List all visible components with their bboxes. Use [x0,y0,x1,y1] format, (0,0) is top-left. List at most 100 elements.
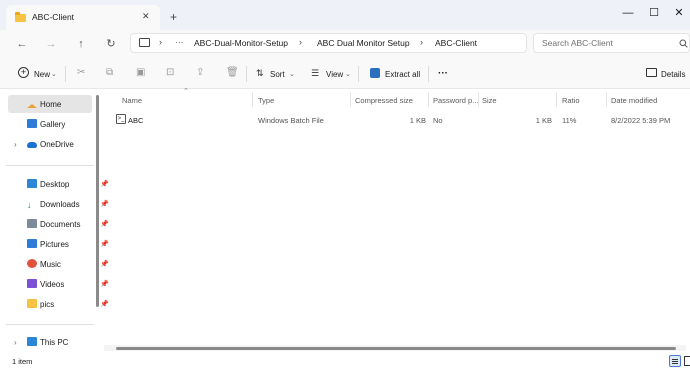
sidebar-item-pics[interactable]: pics 📌 [27,296,113,313]
maximize-button[interactable]: ☐ [643,6,665,20]
view-icon: ☰ [311,68,320,78]
computer-icon [139,38,150,47]
pin-icon[interactable]: 📌 [100,196,109,213]
sidebar-item-pictures[interactable]: Pictures 📌 [27,236,113,253]
pictures-icon [27,239,37,248]
pin-icon[interactable]: 📌 [100,256,109,273]
back-button[interactable]: ← [14,36,30,52]
new-tab-button[interactable]: + [170,10,177,24]
column-divider[interactable] [556,92,557,107]
column-header-size[interactable]: Size [482,96,497,105]
address-bar[interactable]: › ··· ABC-Dual-Monitor-Setup › ABC Dual … [130,33,527,53]
rename-icon[interactable]: ⊡ [166,67,174,78]
column-divider[interactable] [350,92,351,107]
column-header-compressed-size[interactable]: Compressed size [355,96,413,105]
close-button[interactable]: ✕ [668,6,690,20]
sidebar-item-this-pc[interactable]: This PC [27,334,113,351]
sidebar-item-desktop[interactable]: Desktop 📌 [27,176,113,193]
share-icon[interactable]: ⇪ [196,67,204,78]
chevron-right-icon[interactable]: › [14,338,17,347]
pin-icon[interactable]: 📌 [100,276,109,293]
cloud-icon [27,142,37,148]
sidebar-item-videos[interactable]: Videos 📌 [27,276,113,293]
cell-name[interactable]: ABC [128,116,143,125]
column-divider[interactable] [252,92,253,107]
copy-icon[interactable]: ⧉ [106,67,113,78]
breadcrumb-item[interactable]: ABC Dual Monitor Setup [317,38,410,48]
up-button[interactable]: ↑ [73,36,89,52]
delete-icon[interactable]: 🗑 [226,67,239,78]
list-view-icon-line [672,361,678,362]
sidebar-item-label: Gallery [40,120,66,129]
sort-indicator-icon: ⌃ [183,88,189,95]
sidebar-item-label: Music [40,260,61,269]
details-button[interactable]: Details [661,70,685,79]
cell-type: Windows Batch File [258,116,324,125]
refresh-button[interactable]: ↻ [103,36,119,52]
plus-circle-icon: + [18,67,29,78]
sort-button[interactable]: Sort [270,70,285,79]
cell-ratio: 11% [562,116,577,125]
tab-title: ABC-Client [32,12,75,22]
pin-icon[interactable]: 📌 [100,176,109,193]
search-box[interactable]: Search ABC-Client [533,33,690,53]
sidebar-item-label: Home [40,100,62,109]
sidebar-item-downloads[interactable]: ↓ Downloads 📌 [27,196,113,213]
chevron-down-icon: ⌄ [289,71,295,78]
forward-button[interactable]: → [43,36,59,52]
home-icon [27,104,37,108]
sidebar-item-gallery[interactable]: Gallery [27,116,113,133]
pin-icon[interactable]: 📌 [100,236,109,253]
tiles-view-button[interactable] [684,356,690,366]
chevron-down-icon: ⌄ [345,71,351,78]
document-icon [27,219,37,228]
sidebar-item-label: Pictures [40,240,69,249]
chevron-right-icon: › [299,37,302,47]
toolbar-divider [65,66,66,82]
cell-size: 1 KB [535,116,552,125]
search-icon[interactable] [679,39,688,48]
sidebar-scrollbar[interactable] [96,95,99,307]
sidebar-divider [6,165,94,166]
download-icon: ↓ [27,200,32,210]
column-header-date-modified[interactable]: Date modified [611,96,657,105]
pin-icon[interactable]: 📌 [100,296,109,313]
paste-icon[interactable]: ▣ [136,67,145,78]
cut-icon[interactable]: ✂ [77,67,85,78]
column-header-type[interactable]: Type [258,96,274,105]
list-view-icon [672,359,678,360]
desktop-icon [27,179,37,188]
toolbar-divider [246,66,247,82]
column-divider[interactable] [606,92,607,107]
horizontal-scrollbar[interactable] [116,347,676,350]
sidebar-item-music[interactable]: Music 📌 [27,256,113,273]
sidebar-item-label: Desktop [40,180,70,189]
breadcrumb-overflow[interactable]: ··· [175,37,184,47]
status-item-count: 1 item [12,357,33,366]
tab-abc-client[interactable]: ABC-Client ✕ [6,5,160,30]
music-icon [27,259,37,268]
more-options-button[interactable]: ··· [438,68,448,79]
column-header-ratio[interactable]: Ratio [562,96,580,105]
column-divider[interactable] [478,92,479,107]
column-header-password[interactable]: Password p... [433,96,478,105]
sidebar-item-onedrive[interactable]: OneDrive [27,136,113,153]
breadcrumb-item[interactable]: ABC-Dual-Monitor-Setup [194,38,288,48]
chevron-right-icon[interactable]: › [14,140,17,149]
breadcrumb-item[interactable]: ABC-Client [435,38,477,48]
pin-icon[interactable]: 📌 [100,216,109,233]
search-placeholder: Search ABC-Client [542,38,613,48]
tab-close-button[interactable]: ✕ [142,11,150,22]
column-divider[interactable] [428,92,429,107]
sidebar-item-home[interactable]: Home [27,96,113,113]
sidebar-item-documents[interactable]: Documents 📌 [27,216,113,233]
chevron-right-icon: › [420,37,423,47]
new-button[interactable]: New [34,70,50,79]
column-header-name[interactable]: Name [122,96,142,105]
details-view-button[interactable] [669,355,681,367]
pc-icon [27,337,37,346]
view-button[interactable]: View [326,70,343,79]
minimize-button[interactable]: — [617,6,639,20]
sidebar-item-label: pics [40,300,55,309]
extract-all-button[interactable]: Extract all [385,70,420,79]
